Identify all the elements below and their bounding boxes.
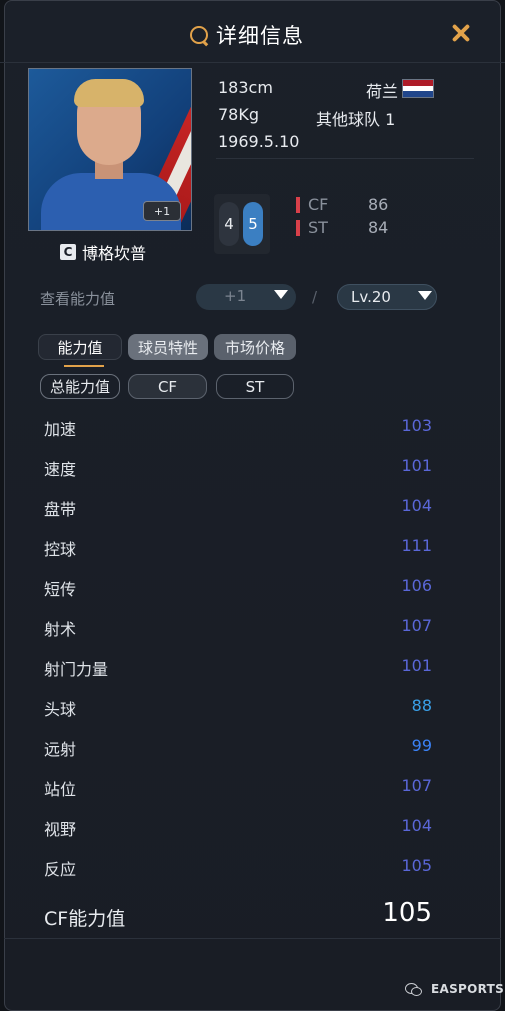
divider (216, 158, 474, 159)
separator: / (312, 288, 318, 306)
upgrade-select[interactable]: +1 (196, 284, 296, 310)
search-icon (190, 26, 209, 47)
wechat-icon (405, 982, 422, 996)
close-button[interactable] (448, 20, 474, 46)
stat-row: 盘带 104 (44, 496, 432, 520)
stat-row: 射术 107 (44, 616, 432, 640)
player-nationality: 荷兰 (366, 82, 399, 101)
player-weight: 78Kg (218, 105, 260, 124)
position-row: ST 84 (296, 218, 388, 237)
stat-value: 106 (401, 576, 432, 595)
stat-name: 控球 (44, 540, 77, 559)
stat-name: 速度 (44, 460, 77, 479)
stat-value: 101 (401, 456, 432, 475)
active-tab-indicator (64, 365, 104, 367)
filter-st[interactable]: ST (216, 374, 294, 399)
stat-row: 头球 88 (44, 696, 432, 720)
stat-row: 远射 99 (44, 736, 432, 760)
position-row: CF 86 (296, 195, 388, 214)
level-select[interactable]: Lv.20 (337, 284, 437, 310)
player-portrait: +1 (28, 68, 192, 231)
position-value: 84 (368, 218, 389, 237)
position-value: 86 (368, 195, 389, 214)
weak-foot-value: 4 (219, 202, 239, 246)
stat-name: 盘带 (44, 500, 77, 519)
stat-value: 104 (401, 816, 432, 835)
stat-row: 反应 105 (44, 856, 432, 880)
tab-player-traits[interactable]: 球员特性 (128, 334, 208, 360)
player-club: 其他球队 1 (316, 110, 396, 129)
watermark-text: EASPORTS (431, 982, 505, 996)
stat-name: 头球 (44, 700, 77, 719)
player-name: 博格坎普 (82, 244, 147, 263)
stat-value: 101 (401, 656, 432, 675)
tab-market-price[interactable]: 市场价格 (214, 334, 296, 360)
stat-value: 107 (401, 776, 432, 795)
stat-name: 射术 (44, 620, 77, 639)
stat-value: 99 (411, 736, 432, 755)
stat-name: 射门力量 (44, 660, 109, 679)
level-select-value: Lv.20 (351, 288, 391, 306)
stat-value: 111 (401, 536, 432, 555)
card-grade-icon: C (60, 244, 76, 260)
chevron-down-icon (418, 291, 432, 300)
stat-name: 加速 (44, 420, 77, 439)
stat-row: 速度 101 (44, 456, 432, 480)
upgrade-badge: +1 (143, 201, 181, 221)
upgrade-select-value: +1 (224, 287, 247, 305)
total-value: 105 (382, 898, 432, 928)
view-stats-label: 查看能力值 (40, 290, 116, 308)
stat-value: 107 (401, 616, 432, 635)
page-title: 详细信息 (216, 24, 304, 48)
position-name: CF (308, 195, 329, 214)
stat-row: 加速 103 (44, 416, 432, 440)
total-label: CF能力值 (44, 908, 126, 930)
position-bar (296, 219, 300, 236)
stat-value: 105 (401, 856, 432, 875)
foot-skill: 4 5 (214, 194, 270, 254)
divider (4, 938, 501, 939)
strong-foot-value: 5 (243, 202, 263, 246)
stat-row: 视野 104 (44, 816, 432, 840)
stat-name: 远射 (44, 740, 77, 759)
stat-name: 反应 (44, 860, 77, 879)
stat-row: 射门力量 101 (44, 656, 432, 680)
stat-value: 104 (401, 496, 432, 515)
player-height: 183cm (218, 78, 273, 97)
stat-row: 站位 107 (44, 776, 432, 800)
stat-row: 控球 111 (44, 536, 432, 560)
watermark: EASPORTS (405, 982, 504, 996)
position-name: ST (308, 218, 328, 237)
chevron-down-icon (274, 290, 288, 299)
filter-cf[interactable]: CF (128, 374, 207, 399)
stat-value: 88 (411, 696, 432, 715)
stat-name: 站位 (44, 780, 77, 799)
total-row: CF能力值 105 (44, 898, 432, 932)
player-birthdate: 1969.5.10 (218, 132, 300, 151)
position-bar (296, 196, 300, 213)
stat-row: 短传 106 (44, 576, 432, 600)
title-wrap: 详细信息 (190, 20, 304, 50)
stat-name: 视野 (44, 820, 77, 839)
player-name-row: C 博格坎普 (60, 240, 146, 264)
stat-name: 短传 (44, 580, 77, 599)
filter-total-stats[interactable]: 总能力值 (40, 374, 120, 399)
tab-stats[interactable]: 能力值 (38, 334, 122, 360)
netherlands-flag-icon (402, 79, 434, 98)
header: 详细信息 (0, 0, 505, 63)
stat-value: 103 (401, 416, 432, 435)
